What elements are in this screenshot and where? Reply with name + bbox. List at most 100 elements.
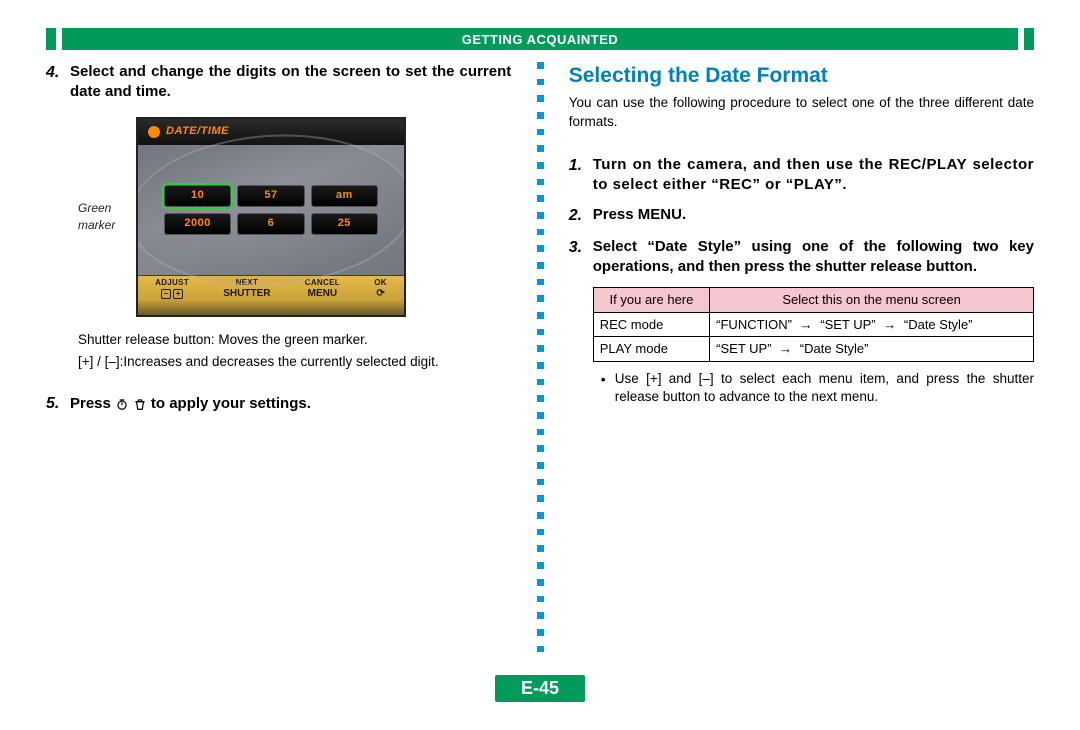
clock-icon xyxy=(148,126,160,138)
delete-icon xyxy=(133,397,147,411)
header-title: GETTING ACQUAINTED xyxy=(462,32,619,47)
divider-square xyxy=(537,112,544,119)
divider-square xyxy=(537,529,544,536)
divider-square xyxy=(537,195,544,202)
lcd-row-2: 2000 6 25 xyxy=(164,213,378,235)
path-seg: “SET UP” xyxy=(716,341,771,356)
td-path: “FUNCTION” → “SET UP” → “Date Style” xyxy=(710,312,1034,337)
td-mode: PLAY mode xyxy=(593,337,709,362)
pm-val: Increases and decreases the currently se… xyxy=(123,353,438,371)
footer-col-adjust: ADJUST −+ xyxy=(155,278,189,300)
footer-col-ok: OK ⟳ xyxy=(374,278,387,300)
td-path: “SET UP” → “Date Style” xyxy=(710,337,1034,362)
header-accent-left xyxy=(46,28,56,50)
step-number: 1. xyxy=(569,155,593,196)
step-text: Select and change the digits on the scre… xyxy=(70,62,511,103)
step-5: 5. Press to apply your settings. xyxy=(46,393,511,415)
divider-square xyxy=(537,262,544,269)
divider-square xyxy=(537,395,544,402)
divider-square xyxy=(537,62,544,69)
manual-page: GETTING ACQUAINTED 4. Select and change … xyxy=(0,0,1080,730)
lcd-screenshot: DATE/TIME 10 57 am 2000 6 25 xyxy=(136,117,406,317)
arrow-icon: → xyxy=(883,316,896,334)
footer-label: ADJUST xyxy=(155,278,189,289)
footer-label: OK xyxy=(374,278,387,289)
lcd-cell-year: 2000 xyxy=(164,213,231,235)
lcd-row-1: 10 57 am xyxy=(164,185,378,207)
annot-line1: Green xyxy=(78,201,111,215)
left-column: 4. Select and change the digits on the s… xyxy=(46,62,529,662)
step-number: 4. xyxy=(46,62,70,103)
divider-square xyxy=(537,562,544,569)
step-2: 2. Press MENU. xyxy=(569,205,1034,227)
path-seg: “Date Style” xyxy=(904,317,973,332)
divider-square xyxy=(537,646,544,653)
page-number-wrap: E-45 xyxy=(495,675,585,702)
divider-square xyxy=(537,545,544,552)
step-number: 2. xyxy=(569,205,593,227)
lcd-cell-min: 57 xyxy=(237,185,304,207)
step-4: 4. Select and change the digits on the s… xyxy=(46,62,511,103)
divider-square xyxy=(537,79,544,86)
divider-square xyxy=(537,212,544,219)
step5-b: to apply your settings. xyxy=(151,394,311,414)
lcd-cell-month: 6 xyxy=(237,213,304,235)
step5-a: Press xyxy=(70,394,111,414)
divider-square xyxy=(537,596,544,603)
divider-square xyxy=(537,345,544,352)
path-seg: “SET UP” xyxy=(820,317,875,332)
th-location: If you are here xyxy=(593,288,709,313)
divider-square xyxy=(537,329,544,336)
menu-icon: MENU xyxy=(308,289,337,299)
minus-plus-icon: −+ xyxy=(161,289,183,299)
divider-square xyxy=(537,445,544,452)
step-3-details: If you are here Select this on the menu … xyxy=(569,287,1034,406)
step-number: 5. xyxy=(46,393,70,415)
section-intro: You can use the following procedure to s… xyxy=(569,94,1034,130)
section-heading: Selecting the Date Format xyxy=(569,62,1034,90)
path-seg: “Date Style” xyxy=(800,341,869,356)
selftimer-icon xyxy=(115,397,129,411)
lcd-cell-ampm: am xyxy=(311,185,378,207)
lcd-figure: Green marker DATE/TIME 10 57 am xyxy=(78,117,511,317)
step-text: Turn on the camera, and then use the REC… xyxy=(593,155,1034,196)
lcd-title: DATE/TIME xyxy=(166,124,229,139)
column-divider xyxy=(529,62,551,662)
divider-square xyxy=(537,429,544,436)
footer-col-cancel: CANCEL MENU xyxy=(305,278,340,300)
pm-key: [+] / [–]: xyxy=(78,353,123,371)
divider-square xyxy=(537,579,544,586)
td-mode: REC mode xyxy=(593,312,709,337)
step-3: 3. Select “Date Style” using one of the … xyxy=(569,237,1034,278)
step-text: Press to apply your settings. xyxy=(70,393,511,415)
divider-square xyxy=(537,145,544,152)
divider-square xyxy=(537,295,544,302)
divider-square xyxy=(537,162,544,169)
content-columns: 4. Select and change the digits on the s… xyxy=(46,62,1034,662)
right-column: Selecting the Date Format You can use th… xyxy=(551,62,1034,662)
annotation-green-marker: Green marker xyxy=(78,200,136,232)
lcd-body: 10 57 am 2000 6 25 xyxy=(138,145,404,275)
page-number: E-45 xyxy=(495,675,585,702)
shutter-note: Shutter release button: Moves the green … xyxy=(78,331,511,349)
divider-square xyxy=(537,279,544,286)
arrow-icon: → xyxy=(779,340,792,358)
path-seg: “FUNCTION” xyxy=(716,317,792,332)
divider-square xyxy=(537,412,544,419)
bullet-icon: • xyxy=(601,370,615,406)
timer-icon: ⟳ xyxy=(376,289,384,299)
divider-square xyxy=(537,612,544,619)
lcd-bg-ellipse xyxy=(136,125,406,295)
lcd-cell-day: 25 xyxy=(311,213,378,235)
arrow-icon: → xyxy=(800,316,813,334)
step-text: Press MENU. xyxy=(593,205,1034,227)
divider-square xyxy=(537,129,544,136)
header-main: GETTING ACQUAINTED xyxy=(62,28,1018,50)
bullet-text: Use [+] and [–] to select each menu item… xyxy=(615,370,1034,406)
divider-square xyxy=(537,229,544,236)
divider-square xyxy=(537,245,544,252)
divider-square xyxy=(537,495,544,502)
step-text: Select “Date Style” using one of the fol… xyxy=(593,237,1034,278)
divider-square xyxy=(537,362,544,369)
divider-square xyxy=(537,479,544,486)
